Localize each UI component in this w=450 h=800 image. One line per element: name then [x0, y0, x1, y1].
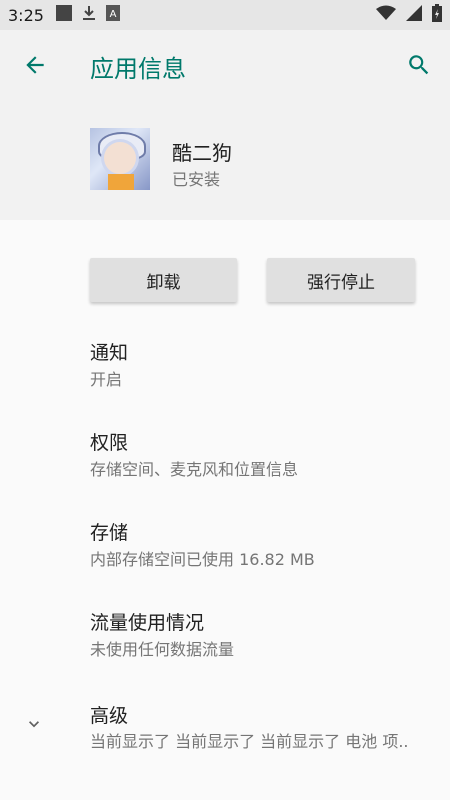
pref-title: 通知	[90, 342, 129, 364]
app-header: 酷二狗 已安装	[0, 100, 450, 220]
pref-summary: 开启	[90, 370, 123, 389]
pref-title: 权限	[90, 432, 129, 454]
action-buttons: 卸载 强行停止	[0, 220, 450, 310]
pref-summary: 内部存储空间已使用 16.82 MB	[90, 550, 315, 569]
pref-data-usage[interactable]: 流量使用情况 未使用任何数据流量	[0, 580, 450, 670]
pref-title: 流量使用情况	[90, 612, 205, 634]
app-name: 酷二狗	[172, 141, 232, 165]
page-title: 应用信息	[90, 55, 186, 83]
pref-permissions[interactable]: 权限 存储空间、麦克风和位置信息	[0, 400, 450, 490]
signal-icon	[406, 5, 422, 25]
search-icon[interactable]	[406, 52, 432, 78]
force-stop-button[interactable]: 强行停止	[267, 258, 415, 302]
svg-text:A: A	[110, 9, 117, 20]
pref-title: 存储	[90, 522, 129, 544]
app-bar: 应用信息	[0, 30, 450, 100]
pref-summary: 当前显示了 当前显示了 当前显示了 电池 项..	[90, 732, 409, 751]
square-notification-icon	[55, 5, 72, 25]
arrow-back-icon[interactable]	[22, 52, 48, 78]
app-install-status: 已安装	[172, 170, 221, 189]
pref-storage[interactable]: 存储 内部存储空间已使用 16.82 MB	[0, 490, 450, 580]
uninstall-button[interactable]: 卸载	[90, 258, 237, 302]
pref-summary: 存储空间、麦克风和位置信息	[90, 460, 299, 479]
pref-summary: 未使用任何数据流量	[90, 640, 235, 659]
pref-notifications[interactable]: 通知 开启	[0, 310, 450, 400]
a-notification-icon: A	[105, 5, 120, 25]
battery-icon	[432, 4, 442, 26]
wifi-icon	[376, 5, 396, 25]
status-bar: 3:25 A	[0, 0, 450, 30]
app-icon	[90, 128, 150, 190]
pref-advanced[interactable]: 高级 当前显示了 当前显示了 当前显示了 电池 项..	[0, 672, 450, 762]
download-icon	[82, 5, 96, 25]
status-time: 3:25	[8, 5, 44, 25]
pref-title: 高级	[90, 705, 129, 727]
chevron-down-icon	[24, 714, 44, 734]
